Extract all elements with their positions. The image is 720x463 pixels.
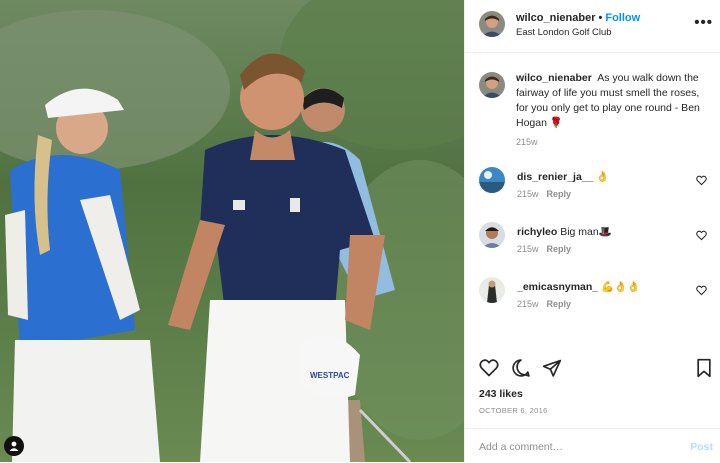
comment-username[interactable]: _emicasnyman_	[517, 281, 598, 293]
bookmark-icon[interactable]	[695, 358, 713, 378]
follow-button[interactable]: Follow	[605, 12, 640, 24]
heart-icon[interactable]	[696, 230, 707, 241]
comment-time[interactable]: 215w	[517, 244, 539, 254]
heart-icon[interactable]	[696, 175, 707, 186]
tagged-user-icon[interactable]	[4, 436, 24, 456]
author-username[interactable]: wilco_nienaber	[516, 12, 595, 24]
reply-button[interactable]: Reply	[547, 189, 572, 199]
comment-text: richyleo Big man🎩	[517, 225, 612, 238]
caption-avatar[interactable]	[479, 72, 505, 98]
comment-time[interactable]: 215w	[517, 299, 539, 309]
commenter-avatar[interactable]	[479, 167, 505, 193]
golfers-photo: WESTPAC	[0, 0, 464, 462]
separator-dot: •	[598, 12, 603, 24]
comment-body: 👌	[596, 171, 610, 183]
comment-item: dis_renier_ja__ 👌 215w Reply	[479, 167, 715, 211]
post-header: wilco_nienaber • Follow East London Golf C…	[465, 0, 720, 53]
caption-username[interactable]: wilco_nienaber	[516, 72, 592, 84]
heart-icon[interactable]	[696, 285, 707, 296]
post-caption: wilco_nienaber As you walk down the fair…	[516, 71, 712, 131]
post-comment-button[interactable]: Post	[690, 441, 713, 453]
add-comment-input[interactable]: Add a comment…	[479, 441, 563, 453]
add-comment-row: Add a comment… Post	[465, 428, 720, 463]
comment-body: 💪👌👌	[601, 281, 641, 293]
paper-plane-icon[interactable]	[542, 358, 562, 378]
action-bar	[465, 350, 720, 388]
more-options-icon[interactable]: •••	[694, 14, 713, 31]
post-photo[interactable]: WESTPAC	[0, 0, 464, 462]
post-location[interactable]: East London Golf Club	[516, 27, 612, 38]
comment-meta: 215w Reply	[517, 189, 579, 199]
comment-meta: 215w Reply	[517, 299, 579, 309]
comment-item: richyleo Big man🎩 215w Reply	[479, 222, 715, 266]
comment-text: _emicasnyman_ 💪👌👌	[517, 280, 640, 293]
commenter-avatar[interactable]	[479, 277, 505, 303]
caption-timestamp[interactable]: 215w	[516, 137, 538, 147]
comment-item: _emicasnyman_ 💪👌👌 215w Reply	[479, 277, 715, 321]
reply-button[interactable]: Reply	[547, 299, 572, 309]
comment-time[interactable]: 215w	[517, 189, 539, 199]
caption-rose-emoji: 🌹	[549, 117, 563, 129]
comment-bubble-icon[interactable]	[511, 358, 531, 378]
cap-logo-text: WESTPAC	[310, 371, 350, 380]
comment-username[interactable]: richyleo	[517, 226, 557, 238]
author-avatar[interactable]	[479, 11, 505, 37]
likes-count[interactable]: 243 likes	[479, 388, 523, 400]
header-user-row: wilco_nienaber • Follow	[516, 12, 640, 24]
heart-icon[interactable]	[479, 358, 499, 378]
comment-body: Big man🎩	[560, 226, 612, 238]
comment-text: dis_renier_ja__ 👌	[517, 170, 609, 183]
post-sidebar: wilco_nienaber • Follow East London Golf C…	[464, 0, 720, 462]
comment-username[interactable]: dis_renier_ja__	[517, 171, 593, 183]
reply-button[interactable]: Reply	[547, 244, 572, 254]
post-date[interactable]: OCTOBER 6, 2016	[479, 406, 548, 415]
comment-meta: 215w Reply	[517, 244, 579, 254]
commenter-avatar[interactable]	[479, 222, 505, 248]
